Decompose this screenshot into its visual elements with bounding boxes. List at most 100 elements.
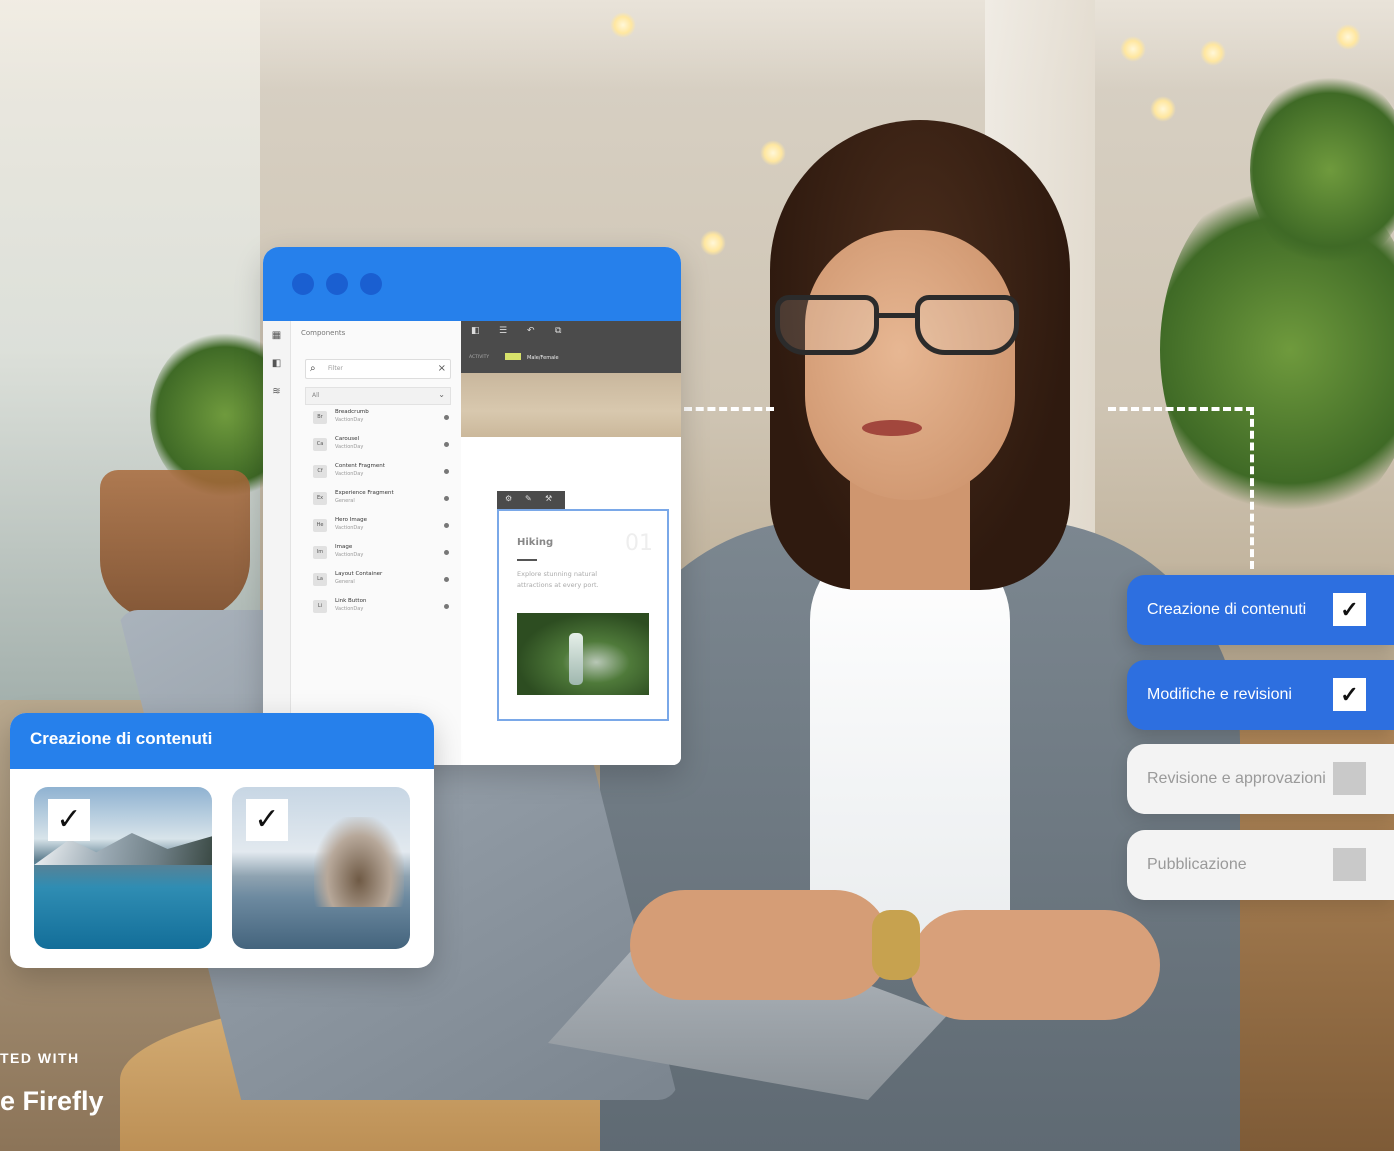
component-group: VactionDay (335, 606, 364, 612)
lake-mountains-thumbnail[interactable]: ✓ (34, 787, 212, 949)
layers-icon[interactable]: ≋ (272, 387, 282, 397)
clear-icon[interactable]: × (438, 363, 446, 374)
component-group: General (335, 498, 355, 504)
preview-icon[interactable]: ⧉ (555, 326, 561, 336)
component-name: Experience Fragment (335, 490, 394, 496)
ceiling-light (1150, 96, 1176, 122)
toggle-panel-icon[interactable]: ◧ (471, 326, 480, 336)
watermark-caption: TED WITH (0, 1050, 80, 1066)
search-icon: ⌕ (310, 363, 316, 374)
chevron-down-icon: ⌄ (438, 390, 445, 399)
component-group: VactionDay (335, 471, 364, 477)
window-control-dot[interactable] (326, 273, 348, 295)
toolbar-label: ACTIVITY (469, 355, 490, 360)
component-info-icon[interactable] (444, 496, 449, 501)
component-info-icon[interactable] (444, 442, 449, 447)
component-name: Carousel (335, 436, 359, 442)
component-name: Layout Container (335, 571, 383, 577)
plant-pot (100, 470, 250, 620)
component-item[interactable]: Cf Content Fragment VactionDay (313, 459, 453, 486)
card-description: Explore stunning natural attractions at … (517, 570, 599, 589)
card-title: Hiking (517, 537, 554, 548)
step-label: Modifiche e revisioni (1147, 686, 1292, 703)
workflow-step-review[interactable]: Revisione e approvazioni (1127, 744, 1394, 814)
hiking-teaser-card[interactable]: Hiking 01 Explore stunning natural attra… (497, 509, 669, 721)
component-group: VactionDay (335, 552, 364, 558)
face (805, 230, 1015, 500)
checkbox-unchecked-icon[interactable] (1333, 762, 1366, 795)
component-name: Content Fragment (335, 463, 385, 469)
component-info-icon[interactable] (444, 415, 449, 420)
lips (862, 420, 922, 436)
components-panel: Components ⌕ Filter × All ⌄ Br Breadcrum… (291, 321, 461, 765)
title-underline (517, 559, 537, 561)
component-abbr: La (313, 573, 327, 586)
content-creation-card: Creazione di contenuti ✓ ✓ (10, 713, 434, 968)
window-control-dot[interactable] (360, 273, 382, 295)
toolbar-tag[interactable]: Male/Female (527, 355, 559, 361)
component-name: Link Button (335, 598, 367, 604)
component-group: VactionDay (335, 417, 364, 423)
component-item[interactable]: La Layout Container General (313, 567, 453, 594)
component-abbr: Im (313, 546, 327, 559)
component-item[interactable]: Im Image VactionDay (313, 540, 453, 567)
component-item[interactable]: Br Breadcrumb VactionDay (313, 405, 453, 432)
component-item[interactable]: Ex Experience Fragment General (313, 486, 453, 513)
component-info-icon[interactable] (444, 550, 449, 555)
workflow-step-publish[interactable]: Pubblicazione (1127, 830, 1394, 900)
component-item[interactable]: He Hero Image VactionDay (313, 513, 453, 540)
component-group: VactionDay (335, 525, 364, 531)
checkbox-checked-icon[interactable]: ✓ (246, 799, 288, 841)
edit-icon[interactable]: ✎ (525, 494, 532, 503)
watermark-brand: e Firefly (0, 1086, 104, 1116)
group-select[interactable]: All ⌄ (305, 387, 451, 405)
component-abbr: Br (313, 411, 327, 424)
component-group: General (335, 579, 355, 585)
component-info-icon[interactable] (444, 469, 449, 474)
wrench-icon[interactable]: ⚒ (545, 494, 552, 503)
dashed-connector (684, 407, 774, 411)
ceiling-light (1335, 24, 1361, 50)
dashed-connector (1108, 407, 1254, 411)
editor-toolbar: ◧ ☰ ↶ ⧉ ACTIVITY Male/Female (461, 321, 681, 373)
glasses (775, 295, 1025, 357)
filter-input[interactable]: ⌕ Filter × (305, 359, 451, 379)
component-abbr: Ex (313, 492, 327, 505)
page-canvas: ◧ ☰ ↶ ⧉ ACTIVITY Male/Female ⚙ ✎ ⚒ Hikin… (461, 321, 681, 765)
workflow-step-edits[interactable]: Modifiche e revisioni ✓ (1127, 660, 1394, 730)
assets-icon[interactable]: ◧ (272, 359, 282, 369)
component-item[interactable]: Li Link Button VactionDay (313, 594, 453, 621)
undo-icon[interactable]: ↶ (527, 326, 535, 336)
component-info-icon[interactable] (444, 604, 449, 609)
components-icon[interactable]: ▦ (272, 331, 282, 341)
checkbox-checked-icon[interactable]: ✓ (1333, 593, 1366, 626)
hero-image (461, 373, 681, 437)
component-name: Breadcrumb (335, 409, 369, 415)
component-abbr: He (313, 519, 327, 532)
component-name: Hero Image (335, 517, 367, 523)
component-group: VactionDay (335, 444, 364, 450)
step-label: Revisione e approvazioni (1147, 770, 1326, 787)
ceiling-light (1120, 36, 1146, 62)
component-abbr: Ca (313, 438, 327, 451)
step-label: Pubblicazione (1147, 856, 1247, 873)
component-item[interactable]: Ca Carousel VactionDay (313, 432, 453, 459)
window-control-dot[interactable] (292, 273, 314, 295)
group-select-value: All (312, 392, 320, 399)
configure-icon[interactable]: ⚙ (505, 494, 512, 503)
filter-placeholder: Filter (328, 365, 343, 372)
checkbox-unchecked-icon[interactable] (1333, 848, 1366, 881)
component-info-icon[interactable] (444, 577, 449, 582)
color-swatch[interactable] (505, 353, 521, 360)
component-abbr: Cf (313, 465, 327, 478)
component-abbr: Li (313, 600, 327, 613)
checkbox-checked-icon[interactable]: ✓ (48, 799, 90, 841)
workflow-step-creation[interactable]: Creazione di contenuti ✓ (1127, 575, 1394, 645)
card-number: 01 (625, 531, 653, 556)
step-label: Creazione di contenuti (1147, 601, 1307, 618)
checkbox-checked-icon[interactable]: ✓ (1333, 678, 1366, 711)
winter-lake-thumbnail[interactable]: ✓ (232, 787, 410, 949)
properties-icon[interactable]: ☰ (499, 326, 507, 336)
editor-window: ▦ ◧ ≋ Components ⌕ Filter × All ⌄ Br Bre… (263, 247, 681, 765)
component-info-icon[interactable] (444, 523, 449, 528)
